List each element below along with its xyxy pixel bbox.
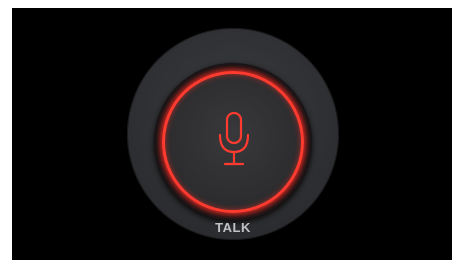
talk-button[interactable] [162, 71, 304, 213]
talk-label: TALK [215, 220, 251, 235]
microphone-icon [216, 111, 252, 171]
screen: TALK [12, 8, 452, 260]
